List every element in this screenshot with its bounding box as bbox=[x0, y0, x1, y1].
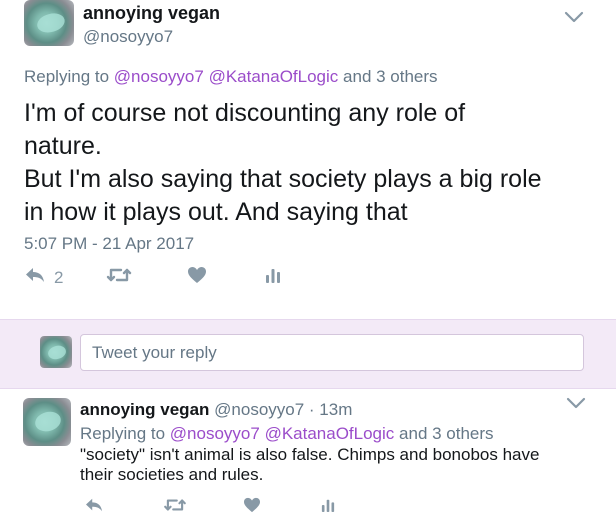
tweet-text: "society" isn't animal is also false. Ch… bbox=[80, 445, 540, 484]
retweet-button[interactable] bbox=[106, 266, 132, 289]
avatar bbox=[40, 336, 72, 368]
mention-link[interactable]: @KatanaOfLogic bbox=[265, 424, 395, 443]
reply-composer: Tweet your reply bbox=[0, 319, 616, 389]
user-handle-and-time[interactable]: @nosoyyo7 · 13m bbox=[214, 400, 352, 419]
reply-input[interactable]: Tweet your reply bbox=[80, 334, 584, 371]
timestamp[interactable]: 5:07 PM - 21 Apr 2017 bbox=[24, 234, 194, 254]
reply-icon bbox=[24, 266, 46, 289]
retweet-icon bbox=[163, 497, 187, 518]
stats-icon bbox=[321, 497, 335, 518]
retweet-icon bbox=[106, 266, 132, 289]
mention-link[interactable]: @nosoyyo7 bbox=[114, 67, 204, 86]
display-name[interactable]: annoying vegan bbox=[83, 3, 220, 24]
reply-icon bbox=[84, 497, 104, 518]
stats-button[interactable] bbox=[321, 497, 335, 518]
reply-button[interactable]: 2 bbox=[24, 266, 63, 289]
replying-to: Replying to @nosoyyo7 @KatanaOfLogic and… bbox=[24, 67, 438, 86]
tweet-header: annoying vegan @nosoyyo7 · 13m bbox=[80, 400, 352, 420]
display-name[interactable]: annoying vegan bbox=[80, 400, 209, 419]
mention-link[interactable]: @KatanaOfLogic bbox=[209, 67, 339, 86]
user-handle[interactable]: @nosoyyo7 bbox=[83, 27, 173, 47]
reply-count: 2 bbox=[54, 267, 64, 287]
tweet-text: I'm of course not discounting any role o… bbox=[24, 99, 542, 226]
like-button[interactable] bbox=[187, 266, 207, 289]
avatar[interactable] bbox=[24, 0, 74, 46]
replying-to: Replying to @nosoyyo7 @KatanaOfLogic and… bbox=[80, 424, 494, 443]
reply-button[interactable] bbox=[84, 497, 104, 518]
like-button[interactable] bbox=[243, 497, 261, 518]
stats-button[interactable] bbox=[265, 266, 281, 289]
heart-icon bbox=[187, 266, 207, 289]
heart-icon bbox=[243, 497, 261, 518]
avatar[interactable] bbox=[23, 398, 71, 446]
stats-icon bbox=[265, 266, 281, 289]
chevron-down-icon[interactable] bbox=[564, 10, 584, 24]
chevron-down-icon[interactable] bbox=[566, 396, 586, 410]
retweet-button[interactable] bbox=[163, 497, 187, 518]
mention-link[interactable]: @nosoyyo7 bbox=[170, 424, 260, 443]
